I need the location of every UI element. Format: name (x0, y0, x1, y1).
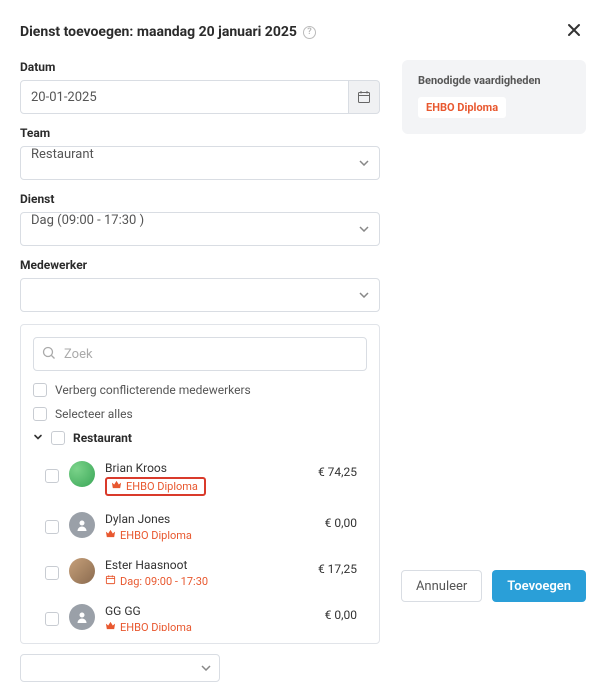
employee-checkbox[interactable] (45, 520, 59, 534)
extra-select[interactable] (20, 654, 220, 682)
crown-icon (105, 528, 116, 539)
employee-checkbox[interactable] (45, 612, 59, 626)
team-select[interactable]: Restaurant (20, 146, 380, 180)
employee-skill: EHBO Diploma (120, 529, 192, 542)
shift-label: Dienst (20, 192, 380, 206)
submit-button[interactable]: Toevoegen (492, 570, 586, 602)
employee-row[interactable]: GG GGEHBO Diploma€ 0,00 (33, 598, 363, 631)
employee-checkbox[interactable] (45, 469, 59, 483)
shift-select[interactable]: Dag (09:00 - 17:30 ) (20, 212, 380, 246)
employee-skill: EHBO Diploma (120, 621, 192, 632)
group-name: Restaurant (73, 431, 132, 445)
employee-panel: Verberg conflicterende medewerkers Selec… (20, 324, 380, 644)
employee-cost: € 74,25 (318, 461, 363, 479)
employee-cost: € 0,00 (325, 512, 363, 530)
employee-cost: € 0,00 (325, 604, 363, 622)
skill-highlight: EHBO Diploma (105, 477, 206, 496)
employee-name: Ester Haasnoot (105, 558, 308, 572)
employee-select[interactable] (20, 278, 380, 312)
help-icon[interactable]: ? (303, 26, 316, 39)
date-label: Datum (20, 60, 380, 74)
employee-name: Dylan Jones (105, 512, 315, 526)
date-picker-button[interactable] (349, 80, 380, 114)
employee-row[interactable]: Dylan Jones EHBO Diploma € 0,00 (33, 506, 363, 552)
date-input[interactable] (20, 80, 349, 114)
team-label: Team (20, 126, 380, 140)
hide-conflicts-checkbox[interactable] (33, 383, 47, 397)
avatar (69, 558, 95, 584)
crown-icon (111, 479, 122, 490)
chevron-down-icon[interactable] (33, 431, 43, 445)
employee-cost: € 17,25 (318, 558, 363, 576)
employee-checkbox[interactable] (45, 566, 59, 580)
search-icon (42, 346, 56, 364)
employee-row[interactable]: Ester Haasnoot Dag: 09:00 - 17:30 € 17,25 (33, 552, 363, 598)
employee-name: Brian Kroos (105, 461, 308, 475)
employee-label: Medewerker (20, 258, 380, 272)
employee-shift: Dag: 09:00 - 17:30 (120, 575, 208, 588)
modal-title: Dienst toevoegen: maandag 20 januari 202… (20, 24, 297, 40)
skills-title: Benodigde vaardigheden (418, 74, 570, 87)
skill-tag: EHBO Diploma (418, 97, 506, 118)
select-all-label: Selecteer alles (55, 407, 133, 421)
search-input[interactable] (33, 337, 367, 371)
employee-skill: EHBO Diploma (126, 480, 198, 493)
avatar (69, 604, 95, 630)
close-button[interactable] (562, 18, 586, 46)
select-all-checkbox[interactable] (33, 407, 47, 421)
calendar-small-icon (105, 574, 116, 585)
employee-scroll-area[interactable]: Restaurant Brian Kroos EHBO Diploma € 74,2… (33, 431, 367, 631)
employee-row[interactable]: Brian Kroos EHBO Diploma € 74,25 (33, 455, 363, 506)
avatar (69, 512, 95, 538)
avatar (69, 461, 95, 487)
hide-conflicts-label: Verberg conflicterende medewerkers (55, 383, 251, 397)
crown-icon (105, 620, 116, 631)
cancel-button[interactable]: Annuleer (401, 570, 482, 602)
calendar-icon (357, 90, 371, 104)
close-icon (566, 22, 582, 38)
group-checkbox[interactable] (51, 431, 65, 445)
skills-panel: Benodigde vaardigheden EHBO Diploma (402, 60, 586, 134)
